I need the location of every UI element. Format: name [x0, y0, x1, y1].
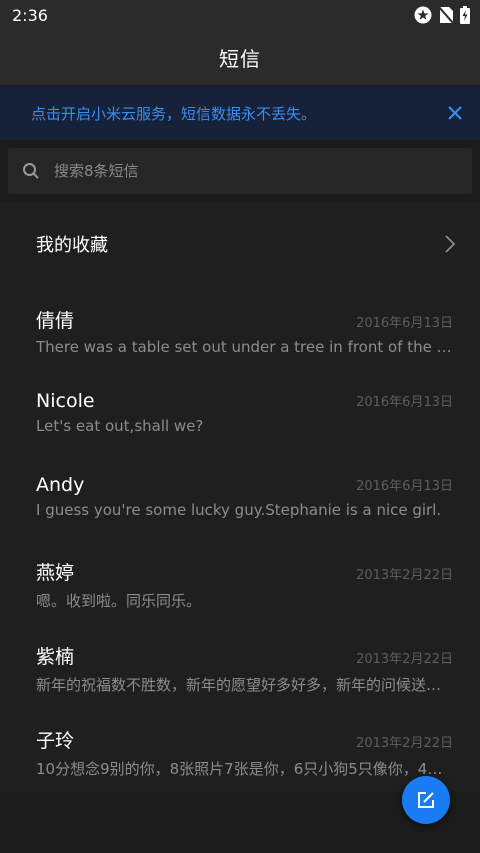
message-date: 2016年6月13日: [356, 479, 453, 494]
conversation-list: 我的收藏 倩倩 2016年6月13日 There was a table set…: [0, 202, 480, 792]
message-preview: There was a table set out under a tree i…: [36, 338, 453, 356]
message-preview: Let's eat out,shall we?: [36, 417, 204, 435]
contact-name: 紫楠: [36, 646, 75, 668]
contact-name: 燕婷: [36, 562, 75, 584]
message-preview: 新年的祝福数不胜数，新年的愿望好多好多，新年的问候送给你: [36, 676, 453, 694]
status-time: 2:36: [12, 5, 48, 25]
cloud-service-banner[interactable]: 点击开启小米云服务，短信数据永不丢失。: [0, 86, 480, 140]
message-preview: I guess you're some lucky guy.Stephanie …: [36, 501, 442, 519]
status-icons: [414, 6, 470, 24]
message-preview: 嗯。收到啦。同乐同乐。: [36, 592, 202, 610]
page-title: 短信: [219, 47, 261, 71]
no-sim-icon: [438, 6, 454, 24]
conversation-item[interactable]: 子玲 2013年2月22日 10分想念9别的你，8张照片7张是你，6只小狗5只像…: [0, 706, 480, 790]
favorites-row[interactable]: 我的收藏: [0, 202, 480, 286]
chevron-right-icon: [445, 235, 456, 253]
compose-icon: [418, 792, 434, 808]
contact-name: 子玲: [36, 730, 75, 752]
conversation-item[interactable]: 倩倩 2016年6月13日 There was a table set out …: [0, 286, 480, 370]
status-bar: 2:36: [0, 0, 480, 30]
conversation-item[interactable]: 紫楠 2013年2月22日 新年的祝福数不胜数，新年的愿望好多好多，新年的问候送…: [0, 622, 480, 706]
contact-name: 倩倩: [36, 310, 75, 332]
title-bar: 短信: [0, 30, 480, 85]
message-date: 2013年2月22日: [356, 652, 453, 667]
conversation-item[interactable]: Andy 2016年6月13日 I guess you're some luck…: [0, 454, 480, 538]
contact-name: Nicole: [36, 390, 95, 412]
compose-button[interactable]: [402, 776, 450, 824]
conversation-item[interactable]: 燕婷 2013年2月22日 嗯。收到啦。同乐同乐。: [0, 538, 480, 622]
contact-name: Andy: [36, 474, 85, 496]
banner-text[interactable]: 点击开启小米云服务，短信数据永不丢失。: [31, 103, 316, 124]
message-date: 2013年2月22日: [356, 736, 453, 751]
search-bar[interactable]: [8, 148, 472, 194]
message-date: 2016年6月13日: [356, 395, 453, 410]
message-preview: 10分想念9别的你，8张照片7张是你，6只小狗5只像你，4季都想你: [36, 760, 453, 778]
battery-charging-icon: [460, 6, 470, 24]
message-date: 2016年6月13日: [356, 316, 453, 331]
notification-icon: [414, 6, 432, 24]
conversation-item[interactable]: Nicole 2016年6月13日 Let's eat out,shall we…: [0, 370, 480, 454]
favorites-label: 我的收藏: [36, 235, 108, 256]
search-icon: [23, 163, 39, 179]
close-icon[interactable]: [444, 102, 466, 124]
message-date: 2013年2月22日: [356, 568, 453, 583]
search-input[interactable]: [54, 148, 472, 194]
